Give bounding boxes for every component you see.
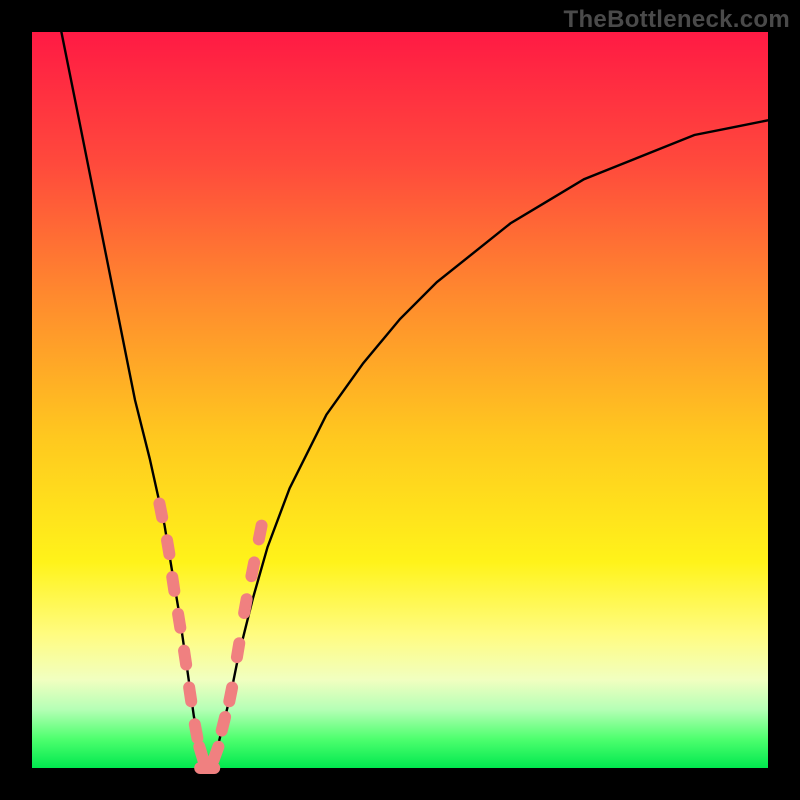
gradient-plot-area xyxy=(32,32,768,768)
watermark-text: TheBottleneck.com xyxy=(564,6,790,34)
